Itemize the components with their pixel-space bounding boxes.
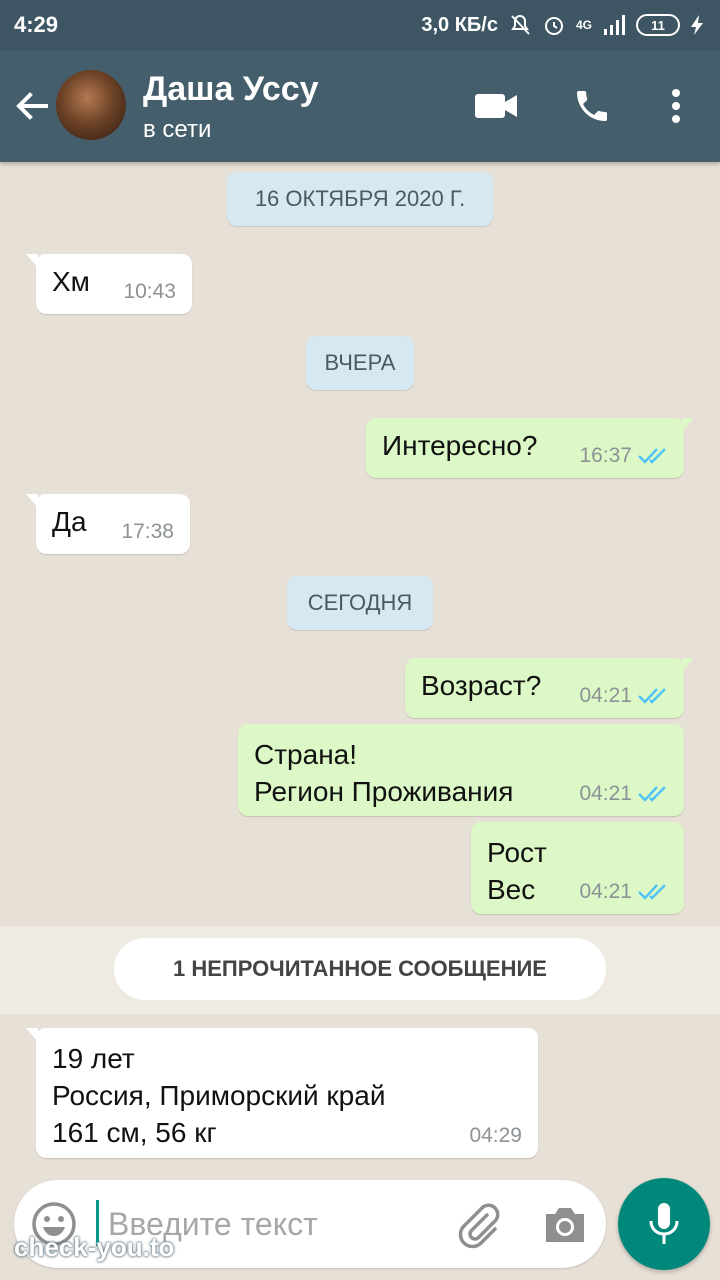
- paperclip-icon[interactable]: [454, 1200, 504, 1250]
- battery-level: 11: [651, 17, 665, 33]
- alarm-icon: [544, 17, 563, 35]
- signal-icon: [604, 15, 625, 35]
- message-list[interactable]: 16 ОКТЯБРЯ 2020 Г. Хм 10:43 ВЧЕРА Интере…: [0, 162, 720, 1172]
- time-label: 16:37: [579, 444, 632, 467]
- message-outgoing[interactable]: Интересно? 16:37: [366, 418, 694, 478]
- more-vertical-icon: [672, 89, 680, 123]
- unread-messages-label: 1 НЕПРОЧИТАННОЕ СООБЩЕНИЕ: [114, 938, 606, 1000]
- time-label: 04:21: [579, 880, 632, 903]
- time-label: 04:29: [469, 1124, 522, 1147]
- message-time: 04:21: [579, 782, 670, 806]
- time-label: 04:21: [579, 684, 632, 707]
- contact-avatar[interactable]: [56, 70, 126, 140]
- voice-message-button[interactable]: [618, 1178, 710, 1270]
- charging-icon: [691, 15, 703, 35]
- date-label: ВЧЕРА: [324, 350, 396, 375]
- status-bar: 4:29 3,0 КБ/с 4G 11: [0, 0, 720, 50]
- date-divider: СЕГОДНЯ: [287, 576, 433, 630]
- phone-icon: [577, 91, 607, 121]
- microphone-icon: [649, 1203, 679, 1244]
- double-check-icon: [638, 448, 666, 464]
- message-incoming[interactable]: 19 лет Россия, Приморский край 161 см, 5…: [26, 1028, 538, 1158]
- message-time: 04:21: [579, 684, 670, 708]
- time-label: 10:43: [123, 280, 176, 303]
- message-time: 17:38: [121, 520, 174, 544]
- date-label: 16 ОКТЯБРЯ 2020 Г.: [254, 186, 466, 211]
- status-time: 4:29: [14, 12, 59, 37]
- date-label: СЕГОДНЯ: [307, 590, 413, 615]
- battery-icon: 11: [636, 14, 680, 36]
- date-divider: 16 ОКТЯБРЯ 2020 Г.: [227, 172, 493, 226]
- message-incoming[interactable]: Хм 10:43: [26, 254, 192, 314]
- network-type: 4G: [575, 18, 592, 32]
- watermark: check-you.to: [14, 1232, 175, 1262]
- contact-name[interactable]: Даша Уссу: [143, 70, 319, 109]
- message-time: 04:29: [469, 1124, 522, 1148]
- time-label: 17:38: [121, 520, 174, 543]
- double-check-icon: [638, 688, 666, 704]
- message-outgoing[interactable]: Страна! Регион Проживания 04:21: [238, 724, 684, 816]
- video-call-button[interactable]: [474, 84, 518, 128]
- message-incoming[interactable]: Да 17:38: [26, 494, 190, 554]
- back-arrow-icon[interactable]: [12, 86, 52, 126]
- network-speed: 3,0 КБ/с: [421, 13, 498, 36]
- mute-bell-icon: [511, 14, 530, 35]
- contact-status: в сети: [143, 116, 212, 143]
- camera-icon[interactable]: [542, 1204, 588, 1244]
- voice-call-button[interactable]: [570, 84, 614, 128]
- chat-header: Даша Уссу в сети: [0, 50, 720, 162]
- message-time: 16:37: [579, 444, 670, 468]
- message-outgoing[interactable]: Возраст? 04:21: [405, 658, 694, 718]
- double-check-icon: [638, 884, 666, 900]
- message-time: 10:43: [123, 280, 176, 304]
- video-camera-icon: [475, 94, 517, 118]
- date-divider: ВЧЕРА: [306, 336, 414, 390]
- message-outgoing[interactable]: Рост Вес 04:21: [471, 822, 684, 914]
- overflow-menu-button[interactable]: [654, 84, 698, 128]
- time-label: 04:21: [579, 782, 632, 805]
- status-icons: 3,0 КБ/с 4G 11: [421, 13, 704, 37]
- message-text: 19 лет Россия, Приморский край 161 см, 5…: [52, 1043, 386, 1148]
- double-check-icon: [638, 786, 666, 802]
- message-time: 04:21: [579, 880, 670, 904]
